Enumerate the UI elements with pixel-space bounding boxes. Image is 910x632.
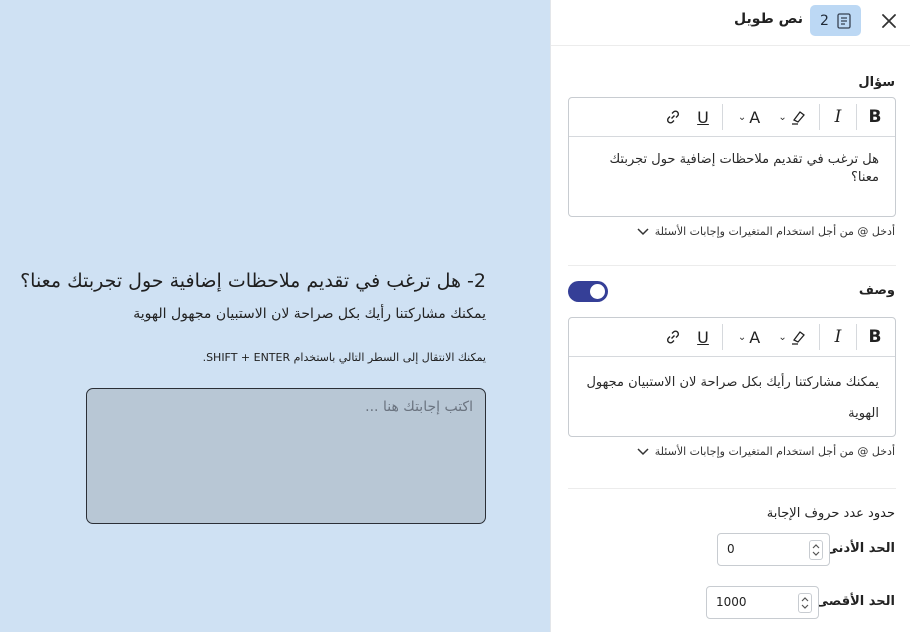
close-icon: [882, 14, 896, 28]
chevron-down-icon: [637, 227, 649, 235]
underline-button[interactable]: U: [688, 103, 718, 131]
question-editor[interactable]: B I ⌄ A ⌄ U هل ترغب في تقديم ملاحظات إضا…: [568, 97, 896, 217]
italic-button[interactable]: I: [824, 103, 852, 131]
chevron-down-icon: [637, 447, 649, 455]
description-text: يمكنك مشاركتنا رأيك بكل صراحة لان الاستب…: [586, 375, 879, 421]
highlight-color-dropdown[interactable]: ⌄: [771, 103, 815, 131]
preview-question-title: 2- هل ترغب في تقديم ملاحظات إضافية حول ت…: [20, 270, 486, 292]
chevron-down-icon: [801, 604, 809, 609]
question-text: هل ترغب في تقديم ملاحظات إضافية حول تجرب…: [609, 152, 879, 185]
chevron-down-icon: ⌄: [778, 111, 787, 123]
question-variables-help[interactable]: أدخل @ من أجل استخدام المتغيرات وإجابات …: [637, 225, 895, 238]
description-section-label: وصف: [858, 283, 895, 298]
chevron-up-icon: [812, 544, 820, 549]
toolbar-divider: [856, 324, 857, 350]
link-icon: [666, 110, 680, 124]
font-size-icon: A: [749, 327, 761, 347]
chevron-down-icon: ⌄: [737, 111, 747, 123]
question-number: 2: [820, 12, 829, 29]
panel-header: 2 نص طويل: [551, 0, 910, 46]
chevron-down-icon: ⌄: [737, 331, 747, 343]
form-preview: 2- هل ترغب في تقديم ملاحظات إضافية حول ت…: [0, 0, 550, 632]
answer-textarea[interactable]: اكتب إجابتك هنا ...: [86, 388, 486, 524]
preview-newline-hint: يمكنك الانتقال إلى السطر التالي باستخدام…: [202, 351, 486, 364]
chevron-down-icon: [812, 551, 820, 556]
min-limit-input[interactable]: 0: [717, 533, 830, 566]
toolbar-divider: [722, 104, 723, 130]
question-section-label: سؤال: [858, 75, 895, 90]
toolbar-divider: [819, 324, 820, 350]
description-editor[interactable]: B I ⌄ A ⌄ U يمكنك مشاركتنا رأيك بكل صراح…: [568, 317, 896, 437]
link-icon: [666, 330, 680, 344]
min-limit-value: 0: [727, 542, 735, 556]
max-limit-label: الحد الأقصى: [815, 594, 895, 609]
help-text: أدخل @ من أجل استخدام المتغيرات وإجابات …: [654, 225, 895, 238]
min-limit-label: الحد الأدنى: [825, 541, 895, 556]
help-text: أدخل @ من أجل استخدام المتغيرات وإجابات …: [654, 445, 895, 458]
underline-button[interactable]: U: [688, 323, 718, 351]
section-divider: [568, 265, 896, 266]
chevron-up-icon: [801, 597, 809, 602]
chevron-down-icon: ⌄: [778, 331, 787, 343]
font-size-dropdown[interactable]: A ⌄: [727, 103, 771, 131]
question-type-label: نص طويل: [734, 11, 803, 27]
highlight-color-dropdown[interactable]: ⌄: [771, 323, 815, 351]
question-editor-toolbar: B I ⌄ A ⌄ U: [569, 98, 895, 137]
link-button[interactable]: [658, 323, 688, 351]
italic-button[interactable]: I: [824, 323, 852, 351]
link-button[interactable]: [658, 103, 688, 131]
toolbar-divider: [819, 104, 820, 130]
font-size-dropdown[interactable]: A ⌄: [727, 323, 771, 351]
toolbar-divider: [722, 324, 723, 350]
description-toggle[interactable]: [568, 281, 608, 302]
highlighter-icon: [791, 331, 805, 345]
close-button[interactable]: [877, 9, 901, 33]
description-variables-help[interactable]: أدخل @ من أجل استخدام المتغيرات وإجابات …: [637, 445, 895, 458]
question-settings-panel: 2 نص طويل سؤال B I ⌄ A ⌄ U هل ترغب في تق…: [550, 0, 910, 632]
toggle-knob: [590, 284, 605, 299]
max-limit-value: 1000: [716, 595, 747, 609]
question-type-badge: 2: [810, 5, 861, 36]
highlighter-icon: [791, 111, 805, 125]
bold-button[interactable]: B: [861, 323, 889, 351]
preview-question-description: يمكنك مشاركتنا رأيك بكل صراحة لان الاستب…: [133, 306, 486, 322]
max-limit-stepper[interactable]: [798, 593, 812, 613]
description-editor-toolbar: B I ⌄ A ⌄ U: [569, 318, 895, 357]
bold-button[interactable]: B: [861, 103, 889, 131]
toolbar-divider: [856, 104, 857, 130]
answer-placeholder: اكتب إجابتك هنا ...: [365, 399, 473, 415]
max-limit-input[interactable]: 1000: [706, 586, 819, 619]
min-limit-stepper[interactable]: [809, 540, 823, 560]
section-divider: [568, 488, 896, 489]
answer-limits-label: حدود عدد حروف الإجابة: [766, 506, 895, 521]
long-text-icon: [837, 12, 851, 29]
font-size-icon: A: [749, 107, 761, 127]
